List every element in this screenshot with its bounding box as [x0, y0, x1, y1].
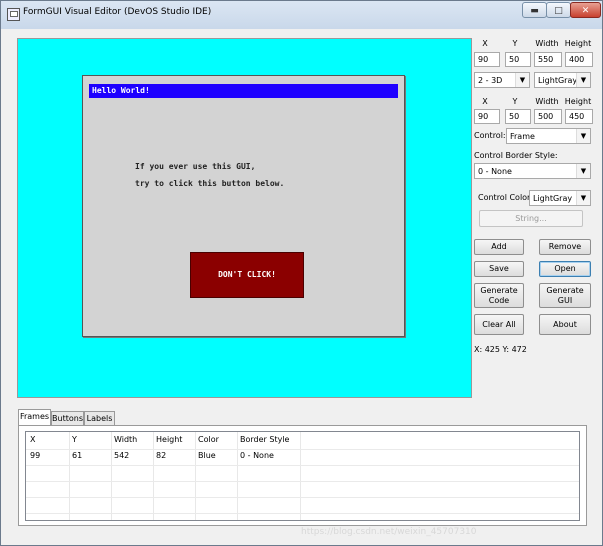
save-button[interactable]: Save	[474, 261, 524, 277]
preview-frame-title: Hello World!	[89, 84, 398, 98]
header-x-1: X	[482, 39, 488, 48]
border-style-combo-value: 0 - None	[478, 167, 512, 176]
border-style-label: Control Border Style:	[474, 151, 558, 160]
generate-gui-line-2: GUI	[557, 295, 573, 305]
grid-row-divider	[26, 465, 579, 466]
frames-tab-panel: X Y Width Height Color Border Style 99 6…	[18, 425, 587, 526]
tab-buttons[interactable]: Buttons	[51, 411, 84, 425]
main-window: FormGUI Visual Editor (DevOS Studio IDE)…	[0, 0, 603, 546]
column-header-x[interactable]: X	[30, 432, 35, 448]
header-width-1: Width	[535, 39, 559, 48]
chevron-down-icon: ▼	[576, 164, 590, 178]
width-field-1[interactable]: 550	[534, 52, 562, 67]
y-field-2[interactable]: 50	[505, 109, 531, 124]
close-icon: ✕	[581, 6, 590, 16]
grid-column-divider	[237, 432, 238, 520]
tab-labels[interactable]: Labels	[84, 411, 115, 425]
y-field-1[interactable]: 50	[505, 52, 531, 67]
minimize-icon: ▬	[530, 6, 539, 16]
column-header-border-style[interactable]: Border Style	[240, 432, 289, 448]
border-style-combo[interactable]: 0 - None ▼	[474, 163, 591, 179]
generate-code-line-1: Generate	[480, 285, 518, 295]
border-combo[interactable]: 2 - 3D ▼	[474, 72, 530, 88]
header-y-1: Y	[512, 39, 518, 48]
cursor-coordinates: X: 425 Y: 472	[474, 345, 527, 354]
table-cell-x[interactable]: 99	[30, 448, 40, 464]
preview-line-2: try to click this button below.	[135, 179, 285, 188]
client-area: Hello World! If you ever use this GUI, t…	[7, 29, 597, 539]
table-cell-border-style[interactable]: 0 - None	[240, 448, 274, 464]
grid-column-divider	[195, 432, 196, 520]
x-field-1[interactable]: 90	[474, 52, 500, 67]
grid-row-divider	[26, 497, 579, 498]
control-color-combo-value: LightGray	[533, 194, 573, 203]
color-combo[interactable]: LightGray ▼	[534, 72, 591, 88]
open-button[interactable]: Open	[539, 261, 591, 277]
control-combo-value: Frame	[510, 132, 535, 141]
generate-gui-line-1: Generate	[546, 285, 584, 295]
column-header-color[interactable]: Color	[198, 432, 219, 448]
x-field-2[interactable]: 90	[474, 109, 500, 124]
table-cell-y[interactable]: 61	[72, 448, 82, 464]
grid-row-divider	[26, 449, 579, 450]
design-canvas[interactable]: Hello World! If you ever use this GUI, t…	[17, 38, 472, 398]
control-combo[interactable]: Frame ▼	[506, 128, 591, 144]
border-combo-value: 2 - 3D	[478, 76, 503, 85]
header-x-2: X	[482, 97, 488, 106]
header-y-2: Y	[512, 97, 518, 106]
grid-row-divider	[26, 481, 579, 482]
height-field-1[interactable]: 400	[565, 52, 593, 67]
window-title: FormGUI Visual Editor (DevOS Studio IDE)	[23, 7, 212, 17]
header-height-1: Height	[564, 39, 592, 48]
table-cell-width[interactable]: 542	[114, 448, 129, 464]
control-color-label: Control Color:	[478, 193, 533, 202]
preview-line-1: If you ever use this GUI,	[135, 162, 256, 171]
table-cell-color[interactable]: Blue	[198, 448, 216, 464]
tab-frames[interactable]: Frames	[18, 409, 51, 426]
maximize-icon: □	[554, 6, 563, 16]
grid-column-divider	[153, 432, 154, 520]
grid-column-divider	[300, 432, 301, 520]
preview-dont-click-button[interactable]: DON'T CLICK!	[190, 252, 304, 298]
preview-frame[interactable]: Hello World! If you ever use this GUI, t…	[82, 75, 405, 337]
column-header-height[interactable]: Height	[156, 432, 182, 448]
header-width-2: Width	[535, 97, 559, 106]
minimize-button[interactable]: ▬	[522, 2, 547, 18]
add-button[interactable]: Add	[474, 239, 524, 255]
chevron-down-icon: ▼	[576, 191, 590, 205]
grid-column-divider	[69, 432, 70, 520]
close-button[interactable]: ✕	[570, 2, 601, 18]
generate-code-button[interactable]: Generate Code	[474, 283, 524, 308]
control-color-combo[interactable]: LightGray ▼	[529, 190, 591, 206]
height-field-2[interactable]: 450	[565, 109, 593, 124]
width-field-2[interactable]: 500	[534, 109, 562, 124]
column-header-width[interactable]: Width	[114, 432, 137, 448]
watermark-text: https://blog.csdn.net/weixin_45707310	[301, 527, 477, 537]
chevron-down-icon: ▼	[576, 129, 590, 143]
about-button[interactable]: About	[539, 314, 591, 335]
title-bar[interactable]: FormGUI Visual Editor (DevOS Studio IDE)…	[1, 1, 602, 29]
grid-row-divider	[26, 513, 579, 514]
generate-code-line-2: Code	[488, 295, 510, 305]
grid-column-divider	[111, 432, 112, 520]
string-button[interactable]: String...	[479, 210, 583, 227]
maximize-button[interactable]: □	[546, 2, 571, 18]
chevron-down-icon: ▼	[515, 73, 529, 87]
app-icon	[7, 8, 20, 21]
table-cell-height[interactable]: 82	[156, 448, 166, 464]
chevron-down-icon: ▼	[576, 73, 590, 87]
generate-gui-button[interactable]: Generate GUI	[539, 283, 591, 308]
header-height-2: Height	[564, 97, 592, 106]
control-label: Control:	[474, 131, 506, 140]
column-header-y[interactable]: Y	[72, 432, 77, 448]
clear-all-button[interactable]: Clear All	[474, 314, 524, 335]
remove-button[interactable]: Remove	[539, 239, 591, 255]
frames-grid[interactable]: X Y Width Height Color Border Style 99 6…	[25, 431, 580, 521]
color-combo-value: LightGray	[538, 76, 578, 85]
